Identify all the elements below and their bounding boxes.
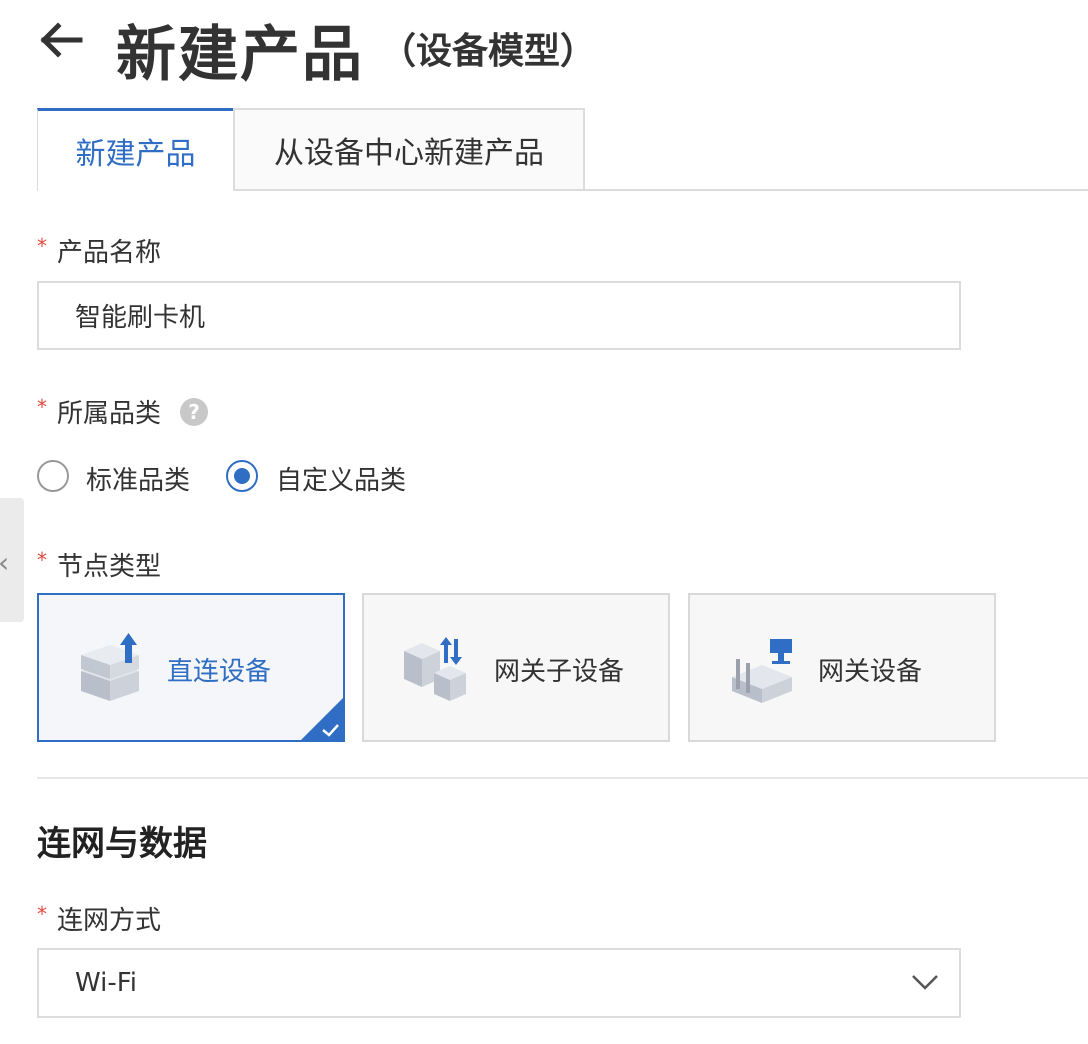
page-title: 新建产品 bbox=[116, 20, 364, 90]
tab-new-product[interactable]: 新建产品 bbox=[37, 108, 234, 191]
chevron-down-icon bbox=[912, 975, 938, 990]
product-name-input[interactable]: 智能刷卡机 bbox=[37, 281, 961, 350]
gateway-subdevice-icon bbox=[404, 637, 466, 701]
section-divider bbox=[37, 777, 1088, 779]
radio-standard-category[interactable] bbox=[37, 460, 69, 492]
required-mark: * bbox=[37, 395, 47, 419]
direct-device-icon bbox=[81, 633, 139, 701]
connection-method-label: * 连网方式 bbox=[37, 902, 162, 936]
card-direct-device[interactable]: 直连设备 bbox=[37, 593, 345, 742]
category-label: * 所属品类 bbox=[37, 395, 162, 429]
product-name-label: * 产品名称 bbox=[37, 234, 162, 268]
question-circle-icon[interactable]: ? bbox=[180, 398, 208, 426]
network-section-title: 连网与数据 bbox=[37, 824, 207, 864]
radio-custom-category[interactable] bbox=[226, 460, 258, 492]
tab-from-device-center[interactable]: 从设备中心新建产品 bbox=[233, 108, 585, 191]
page-subtitle: （设备模型） bbox=[380, 31, 597, 72]
card-gateway-device-label: 网关设备 bbox=[818, 657, 923, 687]
card-gateway-device[interactable]: 网关设备 bbox=[688, 593, 996, 742]
radio-custom-label[interactable]: 自定义品类 bbox=[276, 460, 406, 497]
check-icon bbox=[301, 698, 343, 740]
connection-method-value: Wi-Fi bbox=[75, 968, 138, 998]
radio-standard-label[interactable]: 标准品类 bbox=[86, 460, 190, 497]
arrow-left-icon[interactable] bbox=[36, 20, 84, 60]
connection-method-select[interactable]: Wi-Fi bbox=[37, 948, 961, 1018]
required-mark: * bbox=[37, 548, 47, 572]
gateway-device-icon bbox=[732, 639, 792, 703]
card-gateway-subdevice[interactable]: 网关子设备 bbox=[362, 593, 670, 742]
card-gateway-subdevice-label: 网关子设备 bbox=[494, 657, 625, 687]
required-mark: * bbox=[37, 902, 47, 926]
product-name-value: 智能刷卡机 bbox=[75, 303, 206, 333]
chevron-left-icon: ‹ bbox=[0, 546, 9, 579]
tab-divider bbox=[584, 189, 1088, 191]
node-type-label: * 节点类型 bbox=[37, 548, 162, 582]
required-mark: * bbox=[37, 234, 47, 258]
side-collapse-handle[interactable]: ‹ bbox=[0, 498, 24, 622]
card-direct-device-label: 直连设备 bbox=[167, 657, 272, 687]
